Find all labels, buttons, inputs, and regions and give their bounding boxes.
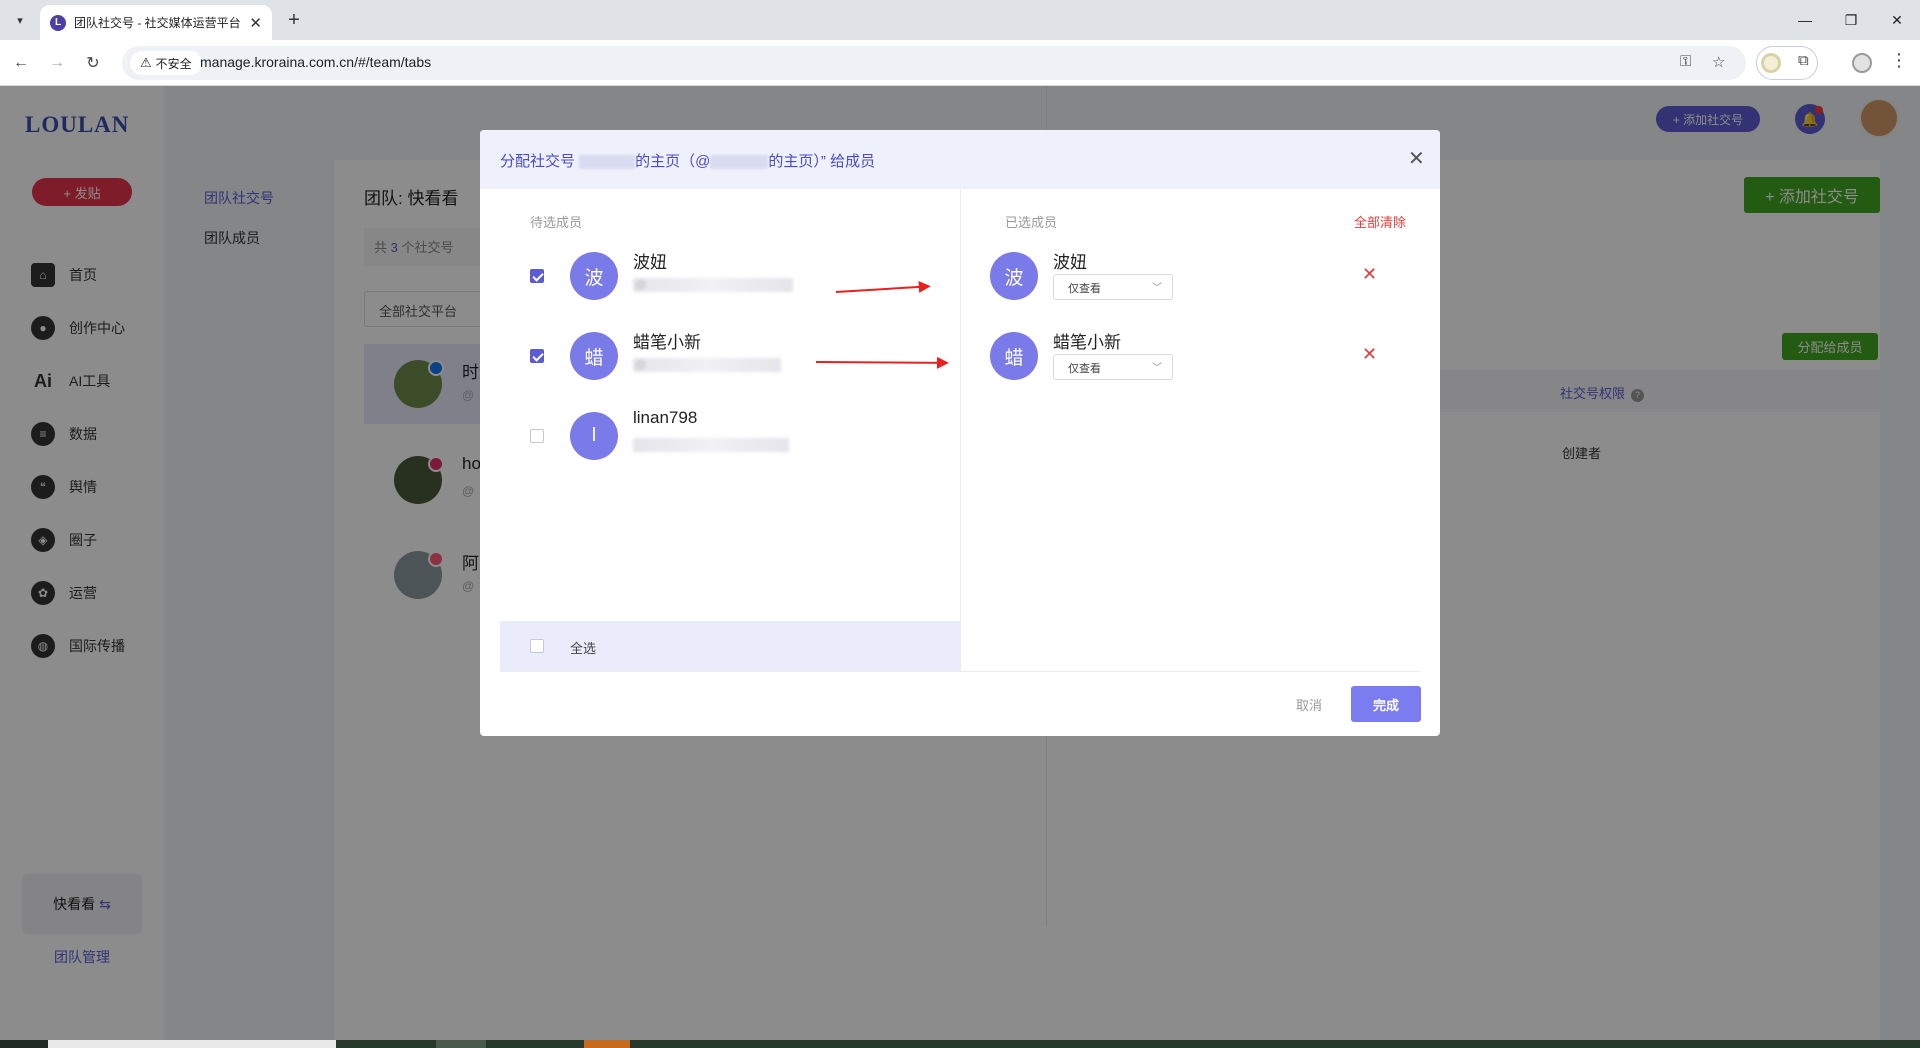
selected-member-row: 波 波妞 仅查看 ﹀ [975, 244, 1415, 308]
title-part3: 的主页）” 给成员 [768, 153, 876, 170]
member-avatar: 波 [990, 252, 1038, 300]
candidate-row[interactable]: 蜡 蜡笔小新 @ [500, 324, 940, 388]
url-text[interactable]: manage.kroraina.com.cn/#/team/tabs [200, 54, 431, 70]
tab-title: 团队社交号 - 社交媒体运营平台 [74, 16, 241, 30]
title-part1: 分配社交号 [500, 153, 580, 170]
select-all-label: 全选 [570, 641, 597, 656]
candidate-row[interactable]: l linan798 [500, 404, 940, 468]
done-button[interactable]: 完成 [1351, 686, 1421, 722]
taskbar-bg [336, 1040, 1920, 1048]
browser-tab[interactable]: L 团队社交号 - 社交媒体运营平台 ✕ [40, 5, 272, 40]
selected-member-name: 波妞 [1053, 253, 1087, 272]
new-tab-plus-icon[interactable]: + [282, 8, 306, 32]
profile-avatar-icon[interactable] [1852, 53, 1872, 73]
puzzle-extensions-icon[interactable]: ⧉ [1798, 52, 1809, 69]
member-avatar: 蜡 [570, 332, 618, 380]
address-bar: ← → ↻ ⚠ 不安全 manage.kroraina.com.cn/#/tea… [0, 40, 1920, 86]
browser-menu-icon[interactable]: ⋮ [1890, 50, 1908, 71]
candidate-row[interactable]: 波 波妞 @ [500, 244, 940, 308]
candidate-handle: @ [633, 358, 781, 372]
selected-member-row: 蜡 蜡笔小新 仅查看 ﹀ [975, 324, 1415, 388]
candidate-name: 波妞 [633, 253, 667, 272]
os-taskbar [0, 1040, 1920, 1048]
selected-member-name: 蜡笔小新 [1053, 333, 1121, 352]
permission-value: 仅查看 [1068, 283, 1101, 295]
chevron-down-icon: ﹀ [1152, 283, 1162, 294]
extension-icon[interactable] [1761, 53, 1781, 73]
minimize-icon[interactable]: — [1782, 0, 1828, 40]
taskbar-item [436, 1040, 486, 1048]
modal-title: 分配社交号 的主页（@ 的主页）” 给成员 [500, 150, 875, 171]
tab-list-chevron-icon[interactable]: ▾ [8, 8, 32, 32]
cancel-button[interactable]: 取消 [1296, 695, 1322, 714]
title-part2: 的主页（@ [635, 153, 711, 170]
candidate-checkbox[interactable] [530, 349, 544, 363]
pending-members-header: 待选成员 [530, 215, 583, 230]
member-avatar: 波 [570, 252, 618, 300]
assign-modal: 分配社交号 的主页（@ 的主页）” 给成员 ✕ 待选成员 已选成员 全部清除 波 … [480, 130, 1440, 736]
column-divider [960, 189, 961, 671]
reload-icon[interactable]: ↻ [80, 50, 106, 76]
footer-divider [500, 671, 1420, 672]
permission-value: 仅查看 [1068, 363, 1101, 375]
bookmark-star-icon[interactable]: ☆ [1712, 53, 1725, 71]
chevron-down-icon: ﹀ [1152, 363, 1162, 374]
member-avatar: 蜡 [990, 332, 1038, 380]
security-chip[interactable]: ⚠ 不安全 [130, 51, 202, 75]
candidate-checkbox[interactable] [530, 269, 544, 283]
candidate-handle: @ [633, 278, 793, 292]
selected-members-header: 已选成员 [1005, 215, 1058, 230]
member-avatar: l [570, 412, 618, 460]
select-all-bar[interactable]: 全选 [500, 621, 960, 671]
candidate-name: linan798 [633, 408, 698, 427]
back-arrow-icon[interactable]: ← [8, 50, 34, 76]
taskbar-item [48, 1040, 336, 1048]
redacted-handle [710, 155, 769, 170]
window-close-icon[interactable]: ✕ [1874, 0, 1920, 40]
site-favicon-icon: L [50, 14, 66, 31]
permission-select[interactable]: 仅查看 ﹀ [1053, 354, 1173, 380]
redacted-name [579, 155, 636, 170]
browser-tab-bar: ▾ L 团队社交号 - 社交媒体运营平台 ✕ + — ❐ ✕ [0, 0, 1920, 40]
warning-icon: ⚠ [140, 55, 152, 70]
remove-member-icon[interactable]: ✕ [1362, 344, 1377, 365]
select-all-checkbox[interactable] [530, 639, 544, 653]
password-key-icon[interactable]: ⚿ [1680, 53, 1691, 70]
remove-member-icon[interactable]: ✕ [1362, 264, 1377, 285]
taskbar-item [584, 1040, 630, 1048]
modal-header: 分配社交号 的主页（@ 的主页）” 给成员 ✕ [480, 130, 1440, 189]
candidate-handle [633, 438, 789, 452]
modal-close-icon[interactable]: ✕ [1408, 146, 1425, 171]
restore-icon[interactable]: ❐ [1828, 0, 1874, 40]
tab-close-icon[interactable]: ✕ [249, 14, 262, 32]
security-label: 不安全 [155, 56, 192, 71]
candidate-name: 蜡笔小新 [633, 333, 701, 352]
forward-arrow-icon[interactable]: → [44, 50, 70, 76]
clear-all-button[interactable]: 全部清除 [1354, 212, 1406, 231]
permission-select[interactable]: 仅查看 ﹀ [1053, 274, 1173, 300]
omnibox[interactable]: ⚠ 不安全 manage.kroraina.com.cn/#/team/tabs… [122, 46, 1746, 80]
candidate-checkbox[interactable] [530, 429, 544, 443]
